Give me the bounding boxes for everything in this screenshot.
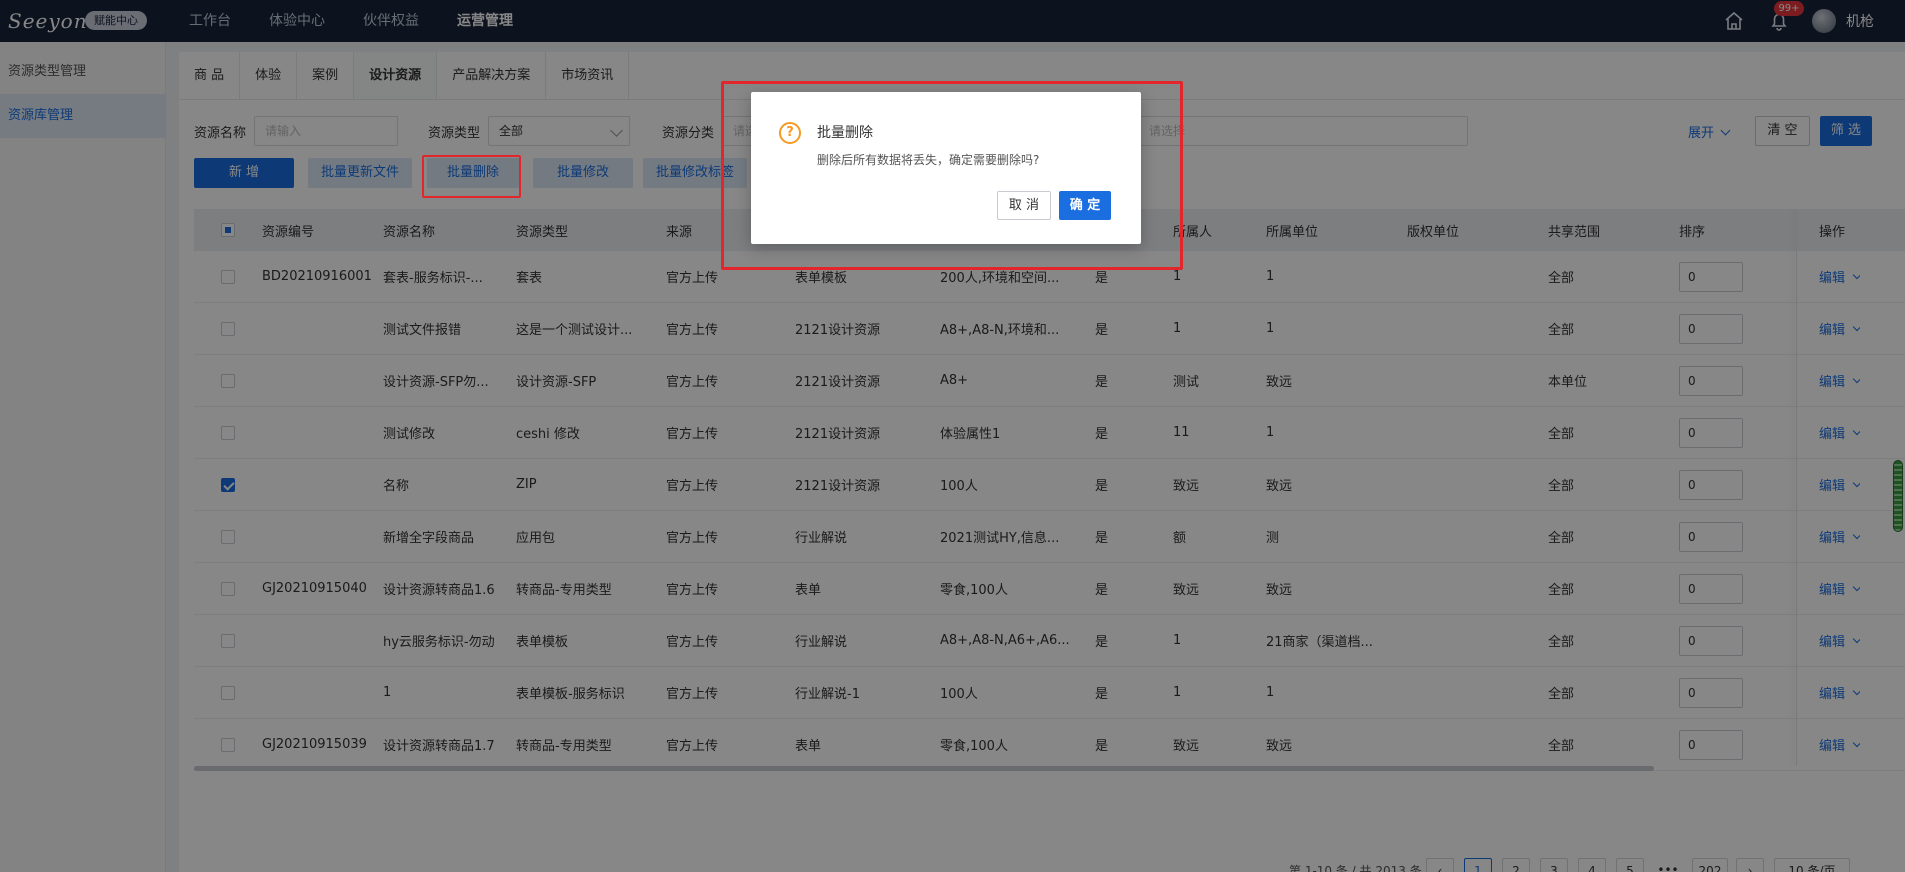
cancel-button[interactable]: 取 消 <box>997 191 1051 220</box>
question-icon: ? <box>779 122 801 144</box>
confirm-button[interactable]: 确 定 <box>1059 191 1111 220</box>
dialog-title: 批量删除 <box>817 125 873 141</box>
dialog-message: 删除后所有数据将丢失，确定需要删除吗? <box>817 153 1040 167</box>
batch-delete-dialog: ? 批量删除 删除后所有数据将丢失，确定需要删除吗? 取 消 确 定 <box>751 92 1141 244</box>
